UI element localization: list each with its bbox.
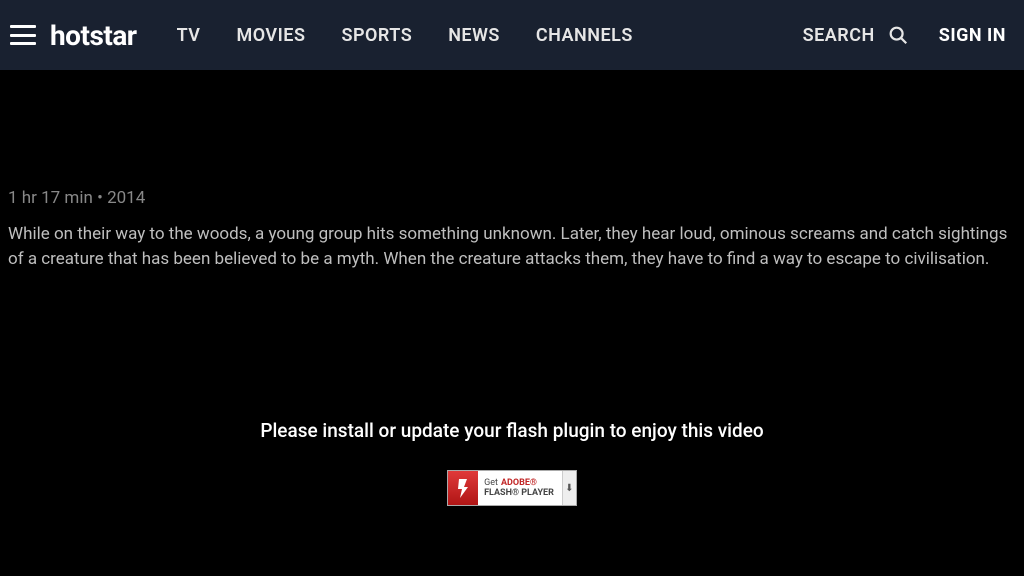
main-nav: TV MOVIES SPORTS NEWS CHANNELS xyxy=(177,25,633,46)
flash-install-button[interactable]: Get ADOBE® FLASH® PLAYER ⬇ xyxy=(447,470,577,506)
download-icon: ⬇ xyxy=(562,471,576,505)
year: 2014 xyxy=(107,188,145,208)
nav-movies[interactable]: MOVIES xyxy=(236,25,305,46)
nav-channels[interactable]: CHANNELS xyxy=(536,25,633,46)
flash-brand-label: ADOBE® xyxy=(501,478,537,488)
signin-button[interactable]: SIGN IN xyxy=(939,25,1006,46)
flash-product-label: FLASH® PLAYER xyxy=(484,488,554,498)
video-description: While on their way to the woods, a young… xyxy=(8,222,1016,271)
content-area: 1 hr 17 min • 2014 While on their way to… xyxy=(0,188,1024,506)
duration: 1 hr 17 min xyxy=(8,188,93,208)
menu-icon[interactable] xyxy=(10,25,36,45)
nav-tv[interactable]: TV xyxy=(177,25,201,46)
header: hotstar TV MOVIES SPORTS NEWS CHANNELS S… xyxy=(0,0,1024,70)
flash-get-label: Get xyxy=(484,478,498,488)
search-button[interactable]: SEARCH xyxy=(803,24,909,46)
search-label: SEARCH xyxy=(803,25,875,46)
brand-logo[interactable]: hotstar xyxy=(50,19,137,52)
nav-news[interactable]: NEWS xyxy=(448,25,500,46)
video-meta: 1 hr 17 min • 2014 xyxy=(8,188,1016,208)
flash-notice: Please install or update your flash plug… xyxy=(8,419,1016,506)
flash-message: Please install or update your flash plug… xyxy=(8,419,1016,442)
meta-separator: • xyxy=(97,188,103,208)
flash-icon xyxy=(448,471,478,505)
flash-badge-text: Get ADOBE® FLASH® PLAYER xyxy=(478,471,562,505)
search-icon xyxy=(887,24,909,46)
nav-sports[interactable]: SPORTS xyxy=(341,25,412,46)
